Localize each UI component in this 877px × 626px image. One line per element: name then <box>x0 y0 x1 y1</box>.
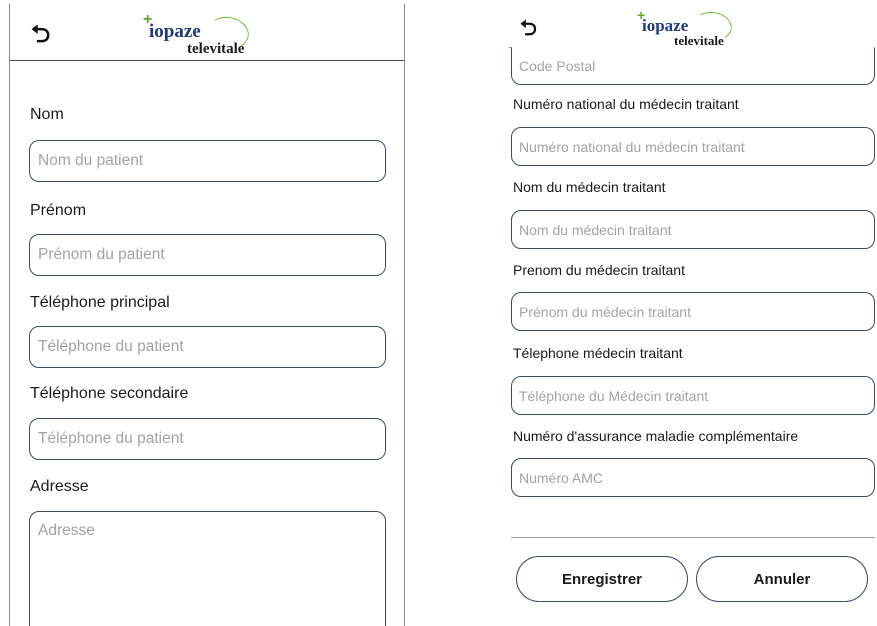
prenom-label: Prénom <box>30 202 87 219</box>
telephone-medecin-label: Télephone médecin traitant <box>513 345 683 361</box>
cancel-button[interactable]: Annuler <box>696 556 868 602</box>
topaze-televitale-logo: + iopaze televitale <box>637 8 758 47</box>
nom-input[interactable] <box>29 140 386 182</box>
nom-medecin-input[interactable] <box>511 210 875 249</box>
telephone-principal-label: Téléphone principal <box>30 294 170 311</box>
nom-medecin-label: Nom du médecin traitant <box>513 179 666 195</box>
code-postal-input[interactable] <box>511 47 875 85</box>
back-arrow-icon[interactable]: ⮌ <box>31 22 50 46</box>
telephone-secondaire-label: Téléphone secondaire <box>30 385 189 402</box>
numero-national-medecin-label: Numéro national du médecin traitant <box>513 96 739 112</box>
topaze-televitale-logo: + iopaze televitale <box>143 12 275 57</box>
logo-word-topaze: iopaze <box>149 21 201 42</box>
back-arrow-icon[interactable]: ⮌ <box>520 18 537 39</box>
numero-amc-input[interactable] <box>511 458 875 497</box>
telephone-medecin-input[interactable] <box>511 376 875 415</box>
prenom-input[interactable] <box>29 234 386 276</box>
adresse-textarea[interactable] <box>29 511 386 626</box>
nom-label: Nom <box>30 106 64 123</box>
telephone-principal-input[interactable] <box>29 326 386 368</box>
numero-amc-label: Numéro d'assurance maladie complémentair… <box>513 428 799 444</box>
logo-word-televitale: televitale <box>674 33 724 48</box>
patient-form-screen-1: ⮌ + iopaze televitale Nom Prénom Télépho… <box>9 4 405 626</box>
logo-word-topaze: iopaze <box>642 16 689 35</box>
logo-word-televitale: televitale <box>187 41 245 57</box>
numero-national-medecin-input[interactable] <box>511 127 875 166</box>
adresse-label: Adresse <box>30 478 89 495</box>
telephone-secondaire-input[interactable] <box>29 418 386 460</box>
footer-divider <box>511 537 875 538</box>
prenom-medecin-input[interactable] <box>511 292 875 331</box>
header-divider <box>10 60 404 61</box>
save-button[interactable]: Enregistrer <box>516 556 688 602</box>
patient-form-screen-2: ⮌ + iopaze televitale Numéro national du… <box>495 4 877 626</box>
prenom-medecin-label: Prenom du médecin traitant <box>513 262 685 278</box>
